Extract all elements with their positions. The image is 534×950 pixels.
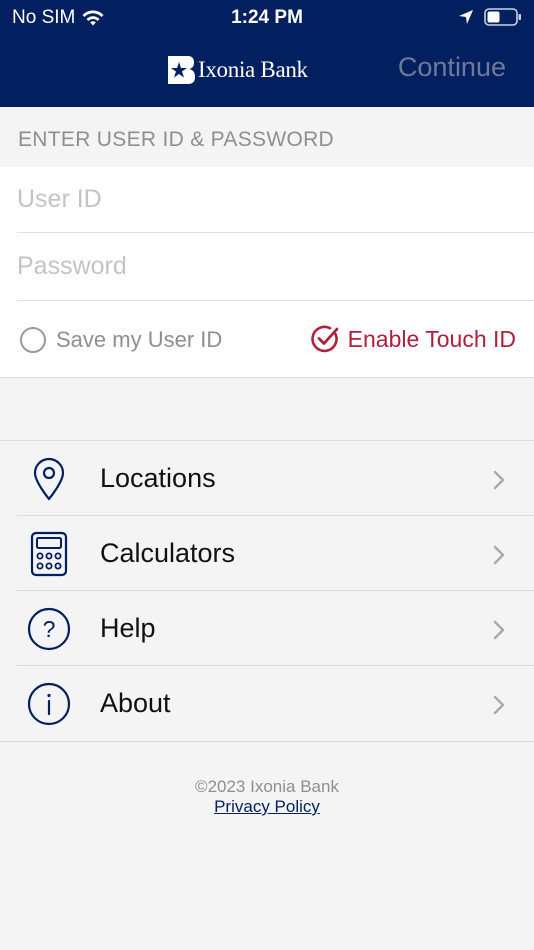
chevron-right-icon [493, 695, 505, 715]
chevron-right-icon [493, 545, 505, 565]
menu-item-locations[interactable]: Locations [0, 441, 534, 516]
login-section-title: ENTER USER ID & PASSWORD [18, 128, 335, 151]
login-form: Save my User ID Enable Touch ID [0, 167, 534, 378]
menu-item-label: Calculators [100, 538, 236, 568]
radio-unchecked-icon [20, 327, 46, 353]
status-right-group [458, 7, 522, 27]
location-arrow-icon [459, 10, 473, 24]
main-menu: Locations Calculators ? Help About [0, 440, 534, 742]
star-logo-icon [168, 56, 195, 84]
status-bar: No SIM 1:24 PM [0, 0, 534, 36]
menu-item-about[interactable]: About [0, 666, 534, 741]
menu-item-help[interactable]: ? Help [0, 591, 534, 666]
menu-item-label: Locations [100, 463, 216, 493]
chevron-right-icon [493, 620, 505, 640]
password-input[interactable] [17, 233, 534, 300]
menu-item-label: About [100, 688, 171, 718]
chevron-right-icon [493, 470, 505, 490]
save-user-id-label: Save my User ID [56, 327, 223, 352]
enable-touch-id-toggle[interactable]: Enable Touch ID [310, 324, 516, 354]
continue-button[interactable]: Continue [398, 52, 506, 83]
question-circle-icon: ? [27, 607, 71, 651]
menu-item-calculators[interactable]: Calculators [0, 516, 534, 591]
menu-item-label: Help [100, 613, 156, 643]
calculator-icon [27, 531, 71, 577]
save-user-id-toggle[interactable]: Save my User ID [20, 327, 222, 353]
status-time: 1:24 PM [231, 7, 303, 28]
copyright-text: ©2023 Ixonia Bank [195, 777, 339, 796]
user-id-field-row [17, 167, 534, 233]
battery-icon [484, 8, 521, 26]
info-circle-icon [27, 682, 71, 726]
privacy-policy-link[interactable]: Privacy Policy [0, 797, 534, 817]
svg-text:?: ? [43, 616, 56, 642]
app-header: No SIM 1:24 PM Ixonia Bank Continue [0, 0, 534, 107]
enable-touch-id-label: Enable Touch ID [347, 325, 516, 352]
password-field-row [17, 233, 534, 301]
logo-text: Ixonia Bank [198, 57, 308, 82]
check-circle-icon [310, 325, 339, 353]
bank-logo: Ixonia Bank [166, 54, 308, 86]
location-pin-icon [27, 457, 71, 501]
user-id-input[interactable] [17, 167, 534, 232]
